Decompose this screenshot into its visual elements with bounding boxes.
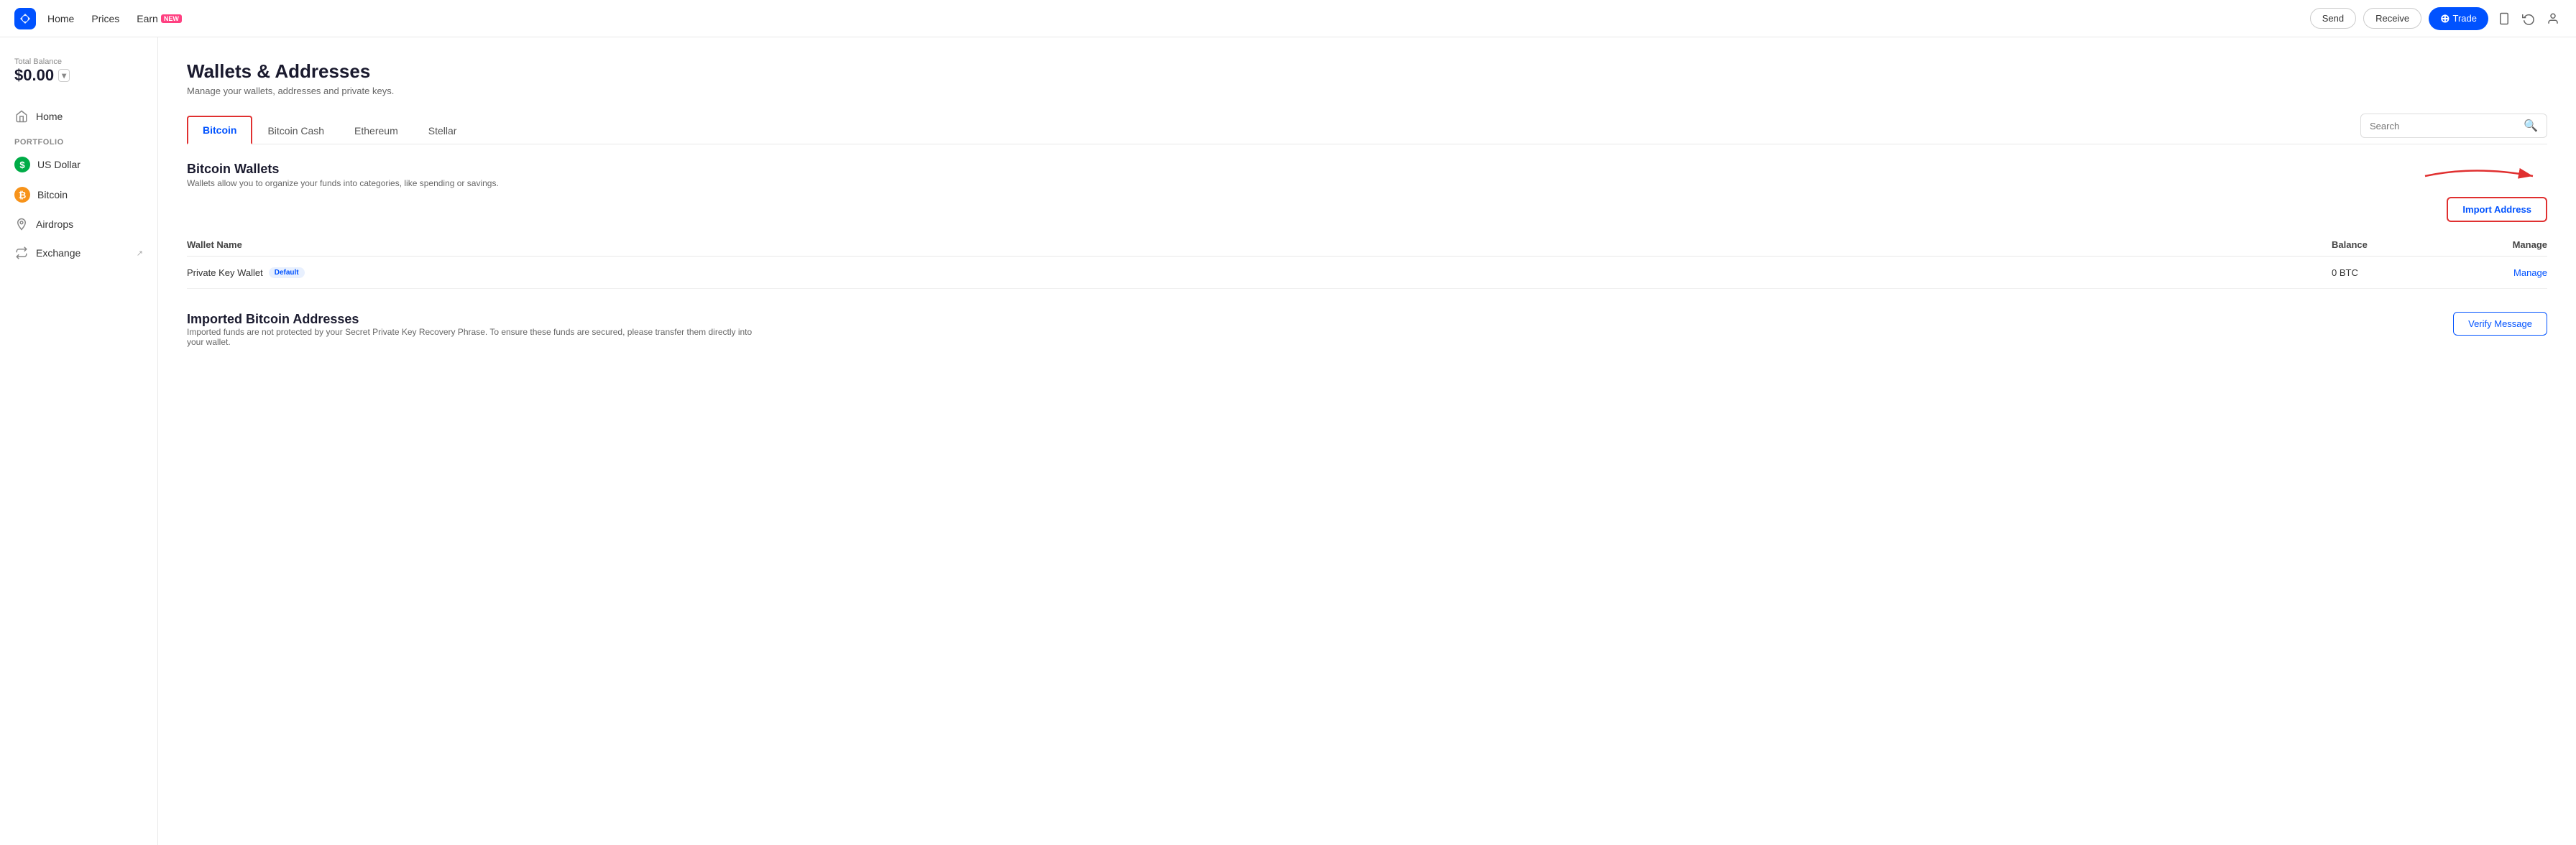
default-badge: Default: [269, 267, 305, 278]
portfolio-label: Portfolio: [0, 131, 157, 149]
search-bar: 🔍: [2360, 114, 2547, 138]
wallets-table: Wallet Name Balance Manage Private Key W…: [187, 234, 2547, 289]
exchange-icon: [14, 246, 29, 260]
tab-bitcoin-cash[interactable]: Bitcoin Cash: [252, 117, 339, 144]
home-icon: [14, 109, 29, 124]
table-header: Wallet Name Balance Manage: [187, 234, 2547, 257]
col-header-balance: Balance: [2332, 239, 2475, 250]
table-row: Private Key Wallet Default 0 BTC Manage: [187, 257, 2547, 289]
layout: Total Balance $0.00 ▾ Home Portfolio $ U…: [0, 37, 2576, 845]
sidebar-balance: Total Balance $0.00 ▾: [0, 52, 157, 96]
sidebar: Total Balance $0.00 ▾ Home Portfolio $ U…: [0, 37, 158, 845]
wallets-header: Bitcoin Wallets Wallets allow you to org…: [187, 162, 499, 188]
verify-message-button[interactable]: Verify Message: [2453, 312, 2547, 336]
balance-label: Total Balance: [14, 57, 143, 66]
search-icon[interactable]: 🔍: [2524, 119, 2538, 133]
imported-header-left: Imported Bitcoin Addresses Imported fund…: [187, 312, 762, 347]
earn-new-badge: NEW: [161, 14, 182, 23]
tabs-bar: Bitcoin Bitcoin Cash Ethereum Stellar: [187, 116, 472, 144]
topnav-earn[interactable]: Earn NEW: [137, 13, 182, 24]
btc-icon: ₿: [14, 187, 30, 203]
import-address-button[interactable]: Import Address: [2447, 197, 2547, 222]
wallets-section-title: Bitcoin Wallets: [187, 162, 499, 177]
receive-button[interactable]: Receive: [2363, 8, 2421, 29]
profile-icon[interactable]: [2544, 10, 2562, 27]
topnav-links: Home Prices Earn NEW: [47, 13, 182, 24]
cell-wallet-name: Private Key Wallet Default: [187, 267, 2332, 278]
trade-plus-icon: ⊕: [2440, 11, 2450, 26]
sidebar-nav: Home Portfolio $ US Dollar ₿ Bitcoin Air…: [0, 102, 157, 267]
cell-manage: Manage: [2475, 267, 2547, 278]
main-content: Wallets & Addresses Manage your wallets,…: [158, 37, 2576, 845]
airdrop-icon: [14, 217, 29, 231]
topnav-prices[interactable]: Prices: [91, 13, 119, 24]
sidebar-item-airdrops[interactable]: Airdrops: [0, 210, 157, 239]
logo[interactable]: [14, 8, 36, 29]
tab-stellar[interactable]: Stellar: [413, 117, 472, 144]
page-title: Wallets & Addresses: [187, 60, 2547, 83]
topnav: Home Prices Earn NEW Send Receive ⊕ Trad…: [0, 0, 2576, 37]
col-header-wallet-name: Wallet Name: [187, 239, 2332, 250]
usd-icon: $: [14, 157, 30, 172]
cell-balance: 0 BTC: [2332, 267, 2475, 278]
topnav-home[interactable]: Home: [47, 13, 74, 24]
mobile-icon[interactable]: [2496, 10, 2513, 27]
page-subtitle: Manage your wallets, addresses and priva…: [187, 86, 2547, 96]
sidebar-item-home[interactable]: Home: [0, 102, 157, 131]
balance-chevron[interactable]: ▾: [58, 69, 70, 82]
external-link-icon: ↗: [137, 249, 143, 258]
tab-bitcoin[interactable]: Bitcoin: [187, 116, 252, 144]
topnav-right: Send Receive ⊕ Trade: [2310, 7, 2562, 30]
imported-section-title: Imported Bitcoin Addresses: [187, 312, 762, 327]
trade-button[interactable]: ⊕ Trade: [2429, 7, 2488, 30]
send-button[interactable]: Send: [2310, 8, 2356, 29]
refresh-icon[interactable]: [2520, 10, 2537, 27]
tab-ethereum[interactable]: Ethereum: [339, 117, 413, 144]
red-arrow-annotation: [2418, 162, 2547, 190]
search-input[interactable]: [2370, 121, 2518, 131]
sidebar-item-bitcoin[interactable]: ₿ Bitcoin: [0, 180, 157, 210]
imported-section-desc: Imported funds are not protected by your…: [187, 327, 762, 347]
balance-amount: $0.00 ▾: [14, 66, 143, 85]
imported-header-row: Imported Bitcoin Addresses Imported fund…: [187, 312, 2547, 347]
col-header-manage: Manage: [2475, 239, 2547, 250]
sidebar-item-exchange[interactable]: Exchange ↗: [0, 239, 157, 267]
manage-link[interactable]: Manage: [2513, 267, 2547, 278]
wallet-name-text: Private Key Wallet: [187, 267, 263, 278]
imported-section: Imported Bitcoin Addresses Imported fund…: [187, 312, 2547, 347]
sidebar-item-usdollar[interactable]: $ US Dollar: [0, 149, 157, 180]
wallets-section-desc: Wallets allow you to organize your funds…: [187, 178, 499, 188]
